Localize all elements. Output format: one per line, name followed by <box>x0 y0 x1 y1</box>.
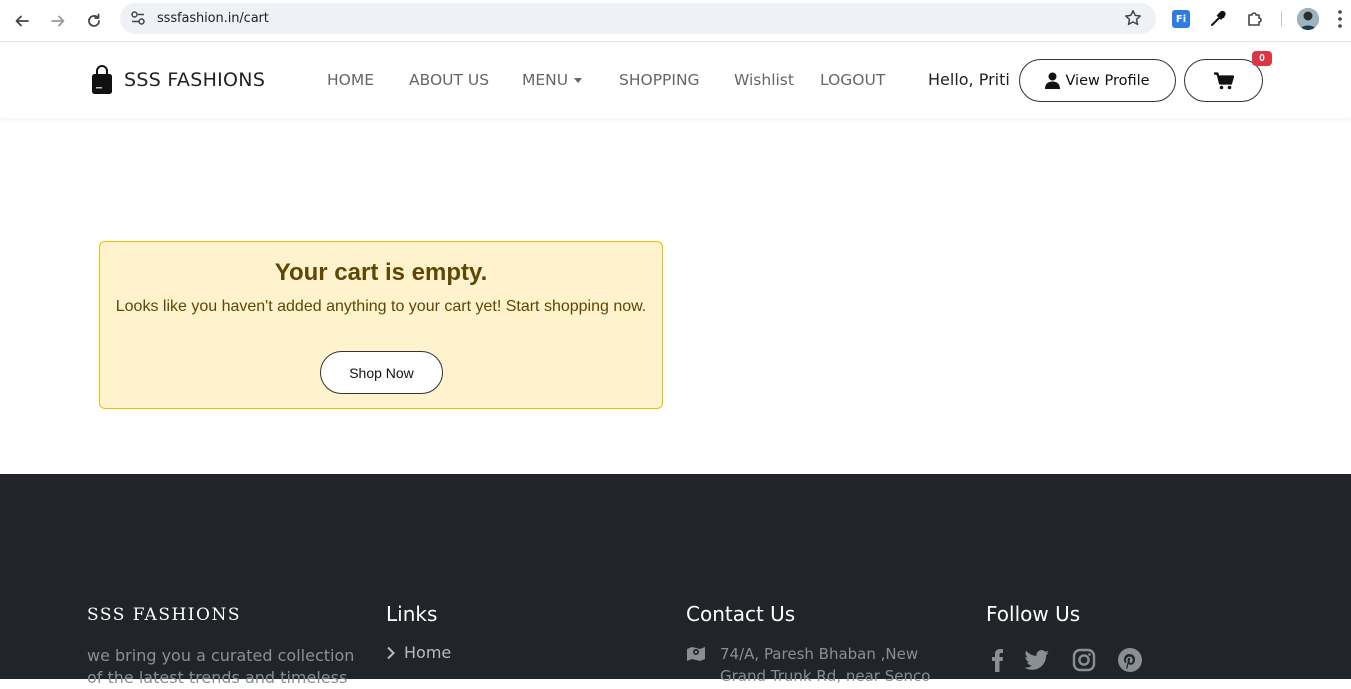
map-marker-icon <box>687 647 705 661</box>
avatar-icon <box>1297 8 1319 30</box>
footer-links-title: Links <box>386 602 438 626</box>
instagram-icon[interactable] <box>1071 648 1097 672</box>
profile-avatar[interactable] <box>1297 8 1319 30</box>
facebook-icon[interactable] <box>986 648 1012 672</box>
arrow-left-icon <box>15 15 29 27</box>
nav-menu-dropdown[interactable]: MENU <box>522 71 583 89</box>
view-profile-label: View Profile <box>1065 72 1150 89</box>
eyedropper-icon <box>1211 10 1226 26</box>
more-options-icon[interactable] <box>1334 8 1346 30</box>
caret-down-icon <box>574 78 583 83</box>
extension-fi-button[interactable]: Fi <box>1170 8 1192 30</box>
site-settings-icon[interactable] <box>130 10 146 26</box>
puzzle-icon <box>1248 12 1262 26</box>
user-icon <box>1045 72 1061 89</box>
empty-cart-alert: Your cart is empty. Looks like you haven… <box>99 241 663 409</box>
back-button[interactable] <box>9 8 35 34</box>
forward-button[interactable] <box>45 8 71 34</box>
nav-logout[interactable]: LOGOUT <box>820 71 885 89</box>
url-text[interactable]: sssfashion.in/cart <box>157 11 269 26</box>
nav-shopping[interactable]: SHOPPING <box>619 71 700 89</box>
browser-toolbar: sssfashion.in/cart Fi <box>0 0 1351 42</box>
cart-button[interactable] <box>1184 59 1263 102</box>
empty-cart-message: Looks like you haven't added anything to… <box>115 298 647 315</box>
nav-home[interactable]: HOME <box>327 71 374 89</box>
address-bar[interactable]: sssfashion.in/cart <box>120 3 1156 34</box>
shopping-bag-icon <box>92 65 112 94</box>
footer-follow-title: Follow Us <box>986 602 1081 626</box>
footer-contact-title: Contact Us <box>686 602 796 626</box>
extensions-button[interactable] <box>1244 8 1266 30</box>
bookmark-star-icon[interactable] <box>1124 9 1142 27</box>
footer-brand: SSS FASHIONS <box>87 605 241 625</box>
nav-about[interactable]: ABOUT US <box>409 71 489 89</box>
footer-about-text: we bring you a curated collection of the… <box>87 646 355 687</box>
extension-fi-icon: Fi <box>1172 10 1190 28</box>
brand-logo[interactable]: SSS FASHIONS <box>90 65 265 95</box>
view-profile-button[interactable]: View Profile <box>1019 59 1176 102</box>
chevron-right-icon <box>387 646 395 659</box>
reload-button[interactable] <box>81 8 107 34</box>
toolbar-divider <box>1281 11 1282 27</box>
nav-wishlist[interactable]: Wishlist <box>734 71 794 89</box>
reload-icon <box>88 13 100 27</box>
shop-now-button[interactable]: Shop Now <box>320 351 443 394</box>
arrow-right-icon <box>51 15 65 27</box>
nav-menu-label: MENU <box>522 71 569 89</box>
footer-link-label: Home <box>404 643 452 662</box>
extension-eyedropper-button[interactable] <box>1207 8 1229 30</box>
shopping-cart-icon <box>1213 71 1234 89</box>
twitter-icon[interactable] <box>1024 648 1050 672</box>
user-greeting: Hello, Priti <box>928 70 1010 89</box>
footer-address: 74/A, Paresh Bhaban ,New Grand Trunk Rd,… <box>686 643 946 687</box>
footer-link-home[interactable]: Home <box>386 643 451 662</box>
site-footer: SSS FASHIONS we bring you a curated coll… <box>0 474 1351 687</box>
pinterest-icon[interactable] <box>1117 648 1143 672</box>
brand-name[interactable]: SSS FASHIONS <box>124 69 265 91</box>
cart-count-badge: 0 <box>1252 51 1272 66</box>
site-navbar: SSS FASHIONS HOME ABOUT US MENU SHOPPING… <box>0 42 1351 118</box>
footer-address-text: 74/A, Paresh Bhaban ,New Grand Trunk Rd,… <box>720 645 931 685</box>
empty-cart-title: Your cart is empty. <box>274 259 488 286</box>
